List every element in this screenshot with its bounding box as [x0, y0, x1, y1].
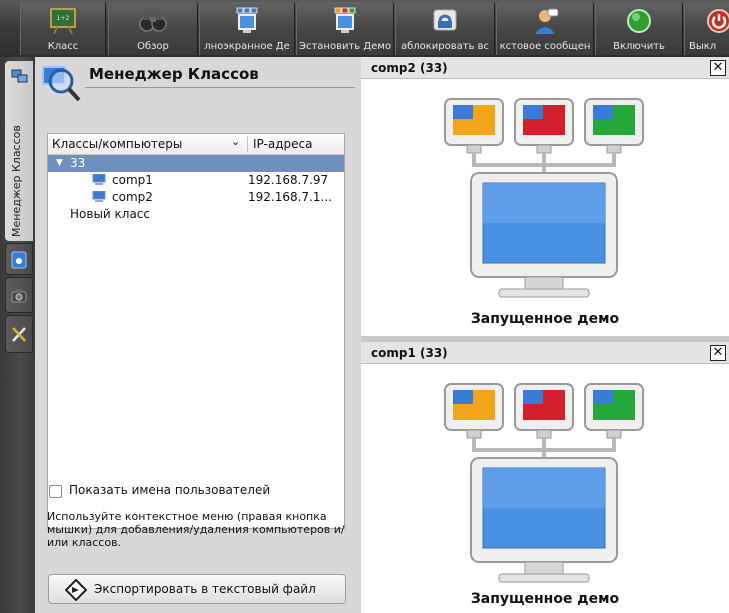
class-tree[interactable]: Классы/компьютеры ⌄ IP-адреса ▼ 33 comp1… [47, 133, 345, 529]
close-icon[interactable]: ✕ [710, 60, 726, 76]
binoculars-icon [139, 12, 167, 32]
computer-name: comp2 [112, 190, 153, 204]
network-icon [11, 69, 28, 83]
svg-text:1+2: 1+2 [57, 15, 70, 22]
tab-class-manager-label: Менеджер Классов [10, 125, 23, 237]
chevron-down-icon[interactable]: ⌄ [231, 135, 240, 148]
demo-status: Запущенное демо [470, 311, 620, 327]
title-divider [85, 87, 355, 88]
overview-button[interactable]: Обзор [108, 2, 198, 55]
class-manager-panel: Менеджер Классов Классы/компьютеры ⌄ IP-… [35, 57, 361, 613]
power-on-button[interactable]: Включить [595, 2, 683, 55]
show-usernames-checkbox[interactable] [49, 485, 62, 498]
show-usernames-label: Показать имена пользователей [69, 483, 271, 497]
tree-row-comp1[interactable]: comp1 192.168.7.97 [48, 172, 344, 189]
computer-ip: 192.168.7.97 [248, 173, 329, 187]
demo-status: Запущенное демо [470, 591, 620, 607]
window-title: comp2 (33) [371, 61, 448, 75]
window-header: comp2 (33) ✕ [361, 57, 729, 79]
magnifier-icon [42, 66, 81, 102]
stop-demo-button-label: Эстановить Демо [298, 41, 391, 52]
page-title: Менеджер Классов [89, 65, 259, 83]
lock-all-button[interactable]: аблокировать вс [395, 2, 495, 55]
stop-demo-button[interactable]: Эстановить Демо [296, 2, 394, 55]
lock-all-button-label: аблокировать вс [400, 41, 490, 52]
text-message-button[interactable]: кстовое сообщен [496, 2, 594, 55]
tree-row-class-33[interactable]: ▼ 33 [48, 155, 344, 172]
tab-snapshots[interactable] [5, 277, 33, 313]
demo-computers-icon [444, 98, 644, 298]
class-name: Новый класс [70, 207, 150, 221]
toolbar: 1+2 Класс Обзор лноэкранное Де Эстановит… [0, 0, 729, 57]
expand-arrow-icon[interactable]: ▼ [56, 158, 63, 168]
power-on-button-label: Включить [613, 41, 665, 52]
demo-computers-icon [444, 383, 644, 583]
text-message-button-label: кстовое сообщен [499, 41, 591, 52]
export-to-text-button[interactable]: Экспортировать в текстовый файл [48, 574, 346, 604]
fullscreen-demo-button[interactable]: лноэкранное Де [199, 2, 295, 55]
window-title: comp1 (33) [371, 346, 448, 360]
power-on-icon [627, 9, 651, 33]
fullscreen-demo-button-label: лноэкранное Де [204, 41, 290, 52]
column-header-classes[interactable]: Классы/компьютеры [52, 137, 182, 151]
power-off-button-label: Выкл [689, 41, 717, 52]
overview-button-label: Обзор [137, 41, 169, 52]
computer-icon [92, 191, 106, 202]
column-divider [247, 136, 248, 152]
fullscreen-demo-icon [236, 7, 258, 33]
tree-header: Классы/компьютеры ⌄ IP-адреса [48, 134, 344, 155]
stop-demo-icon [334, 7, 356, 33]
tree-row-comp2[interactable]: comp2 192.168.7.1... [48, 189, 344, 206]
demo-icon [11, 251, 27, 269]
context-menu-hint: Используйте контекстное меню (правая кно… [47, 510, 345, 549]
demo-window-comp2[interactable]: comp2 (33) ✕ Запущенное демо [361, 57, 729, 336]
tab-demo[interactable] [5, 243, 33, 275]
lock-screen-icon [433, 9, 457, 31]
tree-row-new-class[interactable]: Новый класс [48, 206, 344, 223]
computer-name: comp1 [112, 173, 153, 187]
camera-icon [11, 289, 27, 303]
computer-icon [92, 174, 106, 185]
demo-window-comp1[interactable]: comp1 (33) ✕ Запущенное демо [361, 342, 729, 613]
computer-ip: 192.168.7.1... [248, 190, 332, 204]
power-off-button[interactable]: Выкл [684, 2, 729, 55]
export-button-label: Экспортировать в текстовый файл [94, 582, 316, 596]
class-button-label: Класс [47, 41, 79, 52]
class-button[interactable]: 1+2 Класс [20, 2, 106, 55]
export-diamond-icon [65, 579, 87, 601]
tab-class-manager[interactable]: Менеджер Классов [5, 61, 33, 241]
window-header: comp1 (33) ✕ [361, 342, 729, 364]
text-message-icon [535, 8, 559, 34]
side-tab-strip: Менеджер Классов [0, 57, 35, 613]
tab-settings[interactable] [5, 315, 33, 353]
class-name: 33 [70, 156, 86, 170]
power-off-icon [707, 9, 729, 33]
classroom-board-icon: 1+2 [50, 8, 76, 35]
tools-icon [12, 327, 26, 342]
close-icon[interactable]: ✕ [710, 345, 726, 361]
column-header-ip[interactable]: IP-адреса [253, 137, 312, 151]
